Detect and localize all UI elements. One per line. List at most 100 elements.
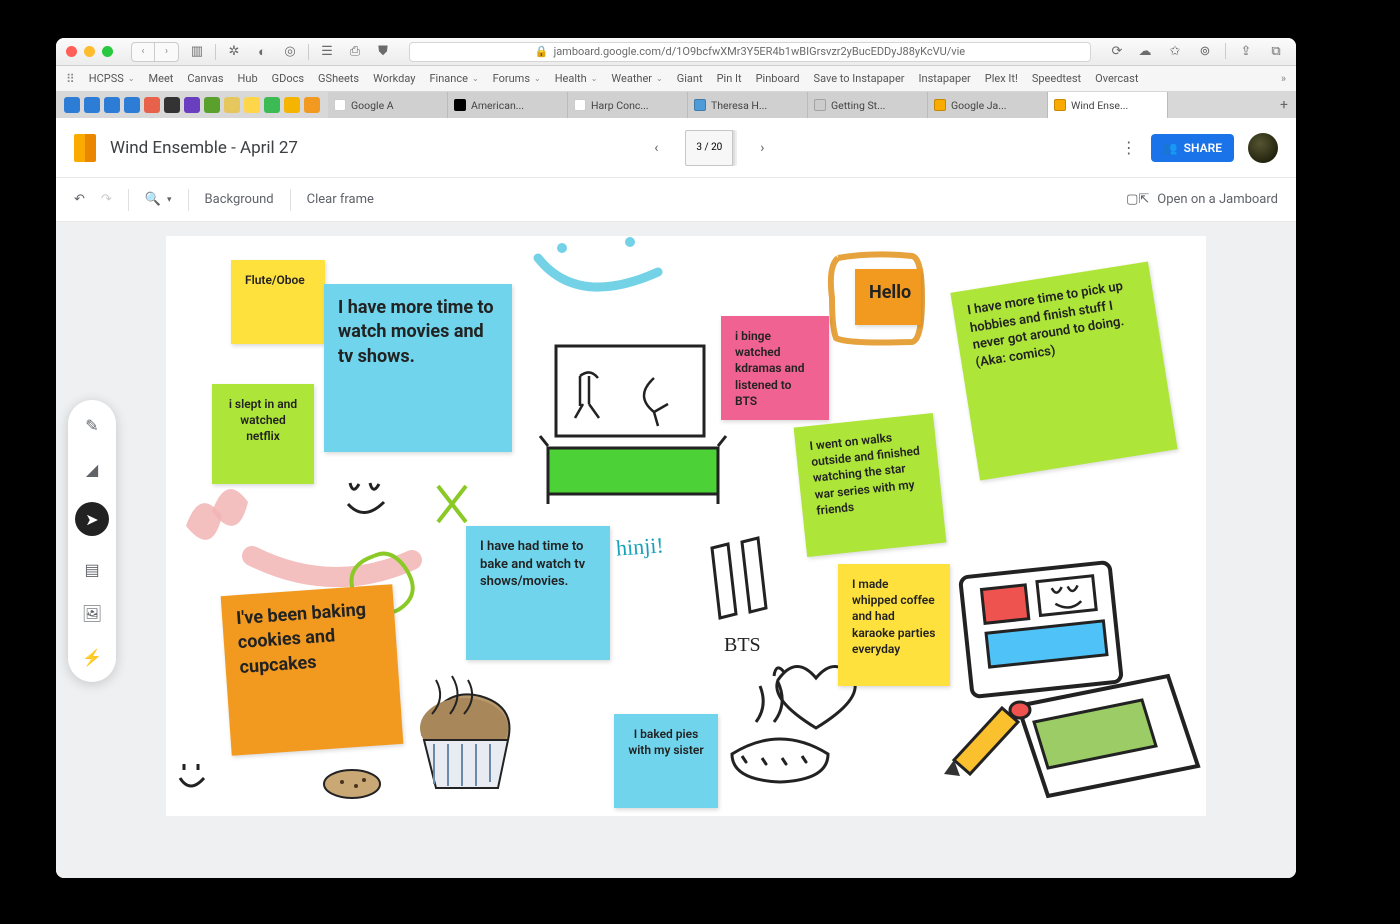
cloud-icon[interactable]: ☁	[1135, 43, 1155, 61]
background-button[interactable]: Background	[205, 192, 274, 207]
bookmark-item[interactable]: Forums⌄	[493, 72, 541, 85]
jamboard-logo-icon[interactable]	[74, 134, 96, 162]
bookmark-item[interactable]: Pin It	[717, 72, 742, 85]
gear-icon[interactable]: ⊚	[1195, 43, 1215, 61]
bookmark-item[interactable]: Hub	[238, 72, 258, 85]
bookmark-item[interactable]: Workday	[373, 72, 415, 85]
laser-tool-icon[interactable]: ⚡	[81, 646, 103, 668]
bookmark-item[interactable]: Speedtest	[1032, 72, 1081, 85]
browser-tab[interactable]: Wind Ense...	[1048, 92, 1168, 118]
sticky-note[interactable]: I made whipped coffee and had karaoke pa…	[838, 564, 950, 686]
pinned-tab[interactable]	[184, 97, 200, 113]
canvas[interactable]: hinji! BTS Flute/OboeI have more time to…	[166, 236, 1206, 816]
pinned-tab[interactable]	[144, 97, 160, 113]
bookmarks-overflow[interactable]: »	[1281, 72, 1286, 85]
browser-tab[interactable]: Google Ja...	[928, 92, 1048, 118]
frame-indicator[interactable]: 3 / 20	[685, 130, 733, 166]
sticky-note[interactable]: I baked pies with my sister	[614, 714, 718, 808]
close-window[interactable]	[66, 46, 77, 57]
bookmark-item[interactable]: Pinboard	[756, 72, 800, 85]
bookmark-item[interactable]: Giant	[677, 72, 703, 85]
bookmark-item[interactable]: HCPSS⌄	[89, 72, 135, 85]
sticky-note[interactable]: Flute/Oboe	[231, 260, 325, 344]
maximize-window[interactable]	[102, 46, 113, 57]
tab-label: Harp Conc...	[591, 99, 649, 112]
bookmark-item[interactable]: Save to Instapaper	[814, 72, 905, 85]
sidebar-icon[interactable]: ▥	[187, 43, 207, 61]
address-bar[interactable]: 🔒jamboard.google.com/d/1O9bcfwXMr3Y5ER4b…	[409, 42, 1091, 62]
zoom-button[interactable]: 🔍▾	[145, 192, 172, 207]
back-button[interactable]: ‹	[131, 42, 155, 62]
share-icon[interactable]: ⇪	[1236, 43, 1256, 61]
share-button[interactable]: 👥 SHARE	[1151, 134, 1234, 162]
prev-frame-button[interactable]: ‹	[645, 137, 667, 159]
pinned-tab[interactable]	[204, 97, 220, 113]
bookmark-item[interactable]: Meet	[149, 72, 174, 85]
browser-tab[interactable]: Google A	[328, 92, 448, 118]
new-tab-button[interactable]: +	[1272, 92, 1296, 118]
next-frame-button[interactable]: ›	[751, 137, 773, 159]
handwriting: hinji!	[615, 532, 664, 561]
sticky-note[interactable]: I have more time to pick up hobbies and …	[950, 262, 1177, 481]
bookmark-item[interactable]: GDocs	[272, 72, 304, 85]
toolbar: ↶ ↷ 🔍▾ Background Clear frame ▢⇱ Open on…	[56, 178, 1296, 222]
minimize-window[interactable]	[84, 46, 95, 57]
background-label: Background	[205, 192, 274, 207]
ext-icon[interactable]: ✲	[224, 43, 244, 61]
pinned-tab[interactable]	[124, 97, 140, 113]
sticky-note-tool-icon[interactable]: ▤	[81, 558, 103, 580]
undo-button[interactable]: ↶	[74, 192, 85, 207]
sticky-note[interactable]: I have had time to bake and watch tv sho…	[466, 526, 610, 660]
sticky-note[interactable]: i binge watched kdramas and listened to …	[721, 316, 829, 420]
sticky-note[interactable]: Hello	[855, 269, 921, 325]
browser-tab[interactable]: American...	[448, 92, 568, 118]
image-tool-icon[interactable]: 🖼	[81, 602, 103, 624]
bookmark-item[interactable]: Weather⌄	[611, 72, 662, 85]
pen-tool-icon[interactable]: ✎	[81, 414, 103, 436]
reload-icon[interactable]: ⟳	[1107, 43, 1127, 61]
rss-icon[interactable]: ☰	[317, 43, 337, 61]
bookmark-item[interactable]: Canvas	[187, 72, 223, 85]
pinned-tab[interactable]	[224, 97, 240, 113]
eraser-tool-icon[interactable]: ◢	[81, 458, 103, 480]
sticky-note[interactable]: I have more time to watch movies and tv …	[324, 284, 512, 452]
pinned-tab[interactable]	[264, 97, 280, 113]
tabs-icon[interactable]: ⧉	[1266, 43, 1286, 61]
browser-tab[interactable]: Theresa H...	[688, 92, 808, 118]
star-icon[interactable]: ✩	[1165, 43, 1185, 61]
macos-titlebar: ‹ › ▥ ✲ ◐ ◎ ☰ ⎙ ⛊ 🔒jamboard.google.com/d…	[56, 38, 1296, 66]
document-title[interactable]: Wind Ensemble - April 27	[110, 138, 298, 158]
open-on-jamboard-button[interactable]: ▢⇱ Open on a Jamboard	[1126, 192, 1278, 207]
sticky-note[interactable]: I've been baking cookies and cupcakes	[221, 584, 404, 756]
forward-button[interactable]: ›	[155, 42, 179, 62]
pinned-tab[interactable]	[164, 97, 180, 113]
tab-label: American...	[471, 99, 524, 112]
pinned-tab[interactable]	[104, 97, 120, 113]
ext-icon[interactable]: ◎	[280, 43, 300, 61]
pinned-tab[interactable]	[64, 97, 80, 113]
bookmark-item[interactable]: Instapaper	[919, 72, 971, 85]
pinned-tab[interactable]	[84, 97, 100, 113]
browser-tab[interactable]: Harp Conc...	[568, 92, 688, 118]
clear-frame-button[interactable]: Clear frame	[307, 192, 374, 207]
pinned-tab[interactable]	[244, 97, 260, 113]
ext-icon[interactable]: ◐	[252, 43, 272, 61]
share-icon: 👥	[1163, 141, 1178, 155]
pinned-tab[interactable]	[284, 97, 300, 113]
bookmark-item[interactable]: Plex It!	[985, 72, 1018, 85]
bookmark-item[interactable]: GSheets	[318, 72, 359, 85]
handwriting: BTS	[724, 634, 761, 657]
bookmark-item[interactable]: Overcast	[1095, 72, 1138, 85]
redo-button[interactable]: ↷	[101, 192, 112, 207]
bookmark-item[interactable]: Finance⌄	[429, 72, 478, 85]
sticky-note[interactable]: I went on walks outside and finished wat…	[794, 413, 947, 557]
sticky-note[interactable]: i slept in and watched netflix	[212, 384, 314, 484]
account-avatar[interactable]	[1248, 133, 1278, 163]
more-menu-icon[interactable]: ⋮	[1121, 138, 1137, 157]
bookmark-item[interactable]: Health⌄	[555, 72, 598, 85]
shield-icon[interactable]: ⛊	[373, 43, 393, 61]
select-tool-icon[interactable]: ➤	[75, 502, 109, 536]
browser-tab[interactable]: Getting St...	[808, 92, 928, 118]
ext-icon[interactable]: ⎙	[345, 43, 365, 61]
pinned-tab[interactable]	[304, 97, 320, 113]
